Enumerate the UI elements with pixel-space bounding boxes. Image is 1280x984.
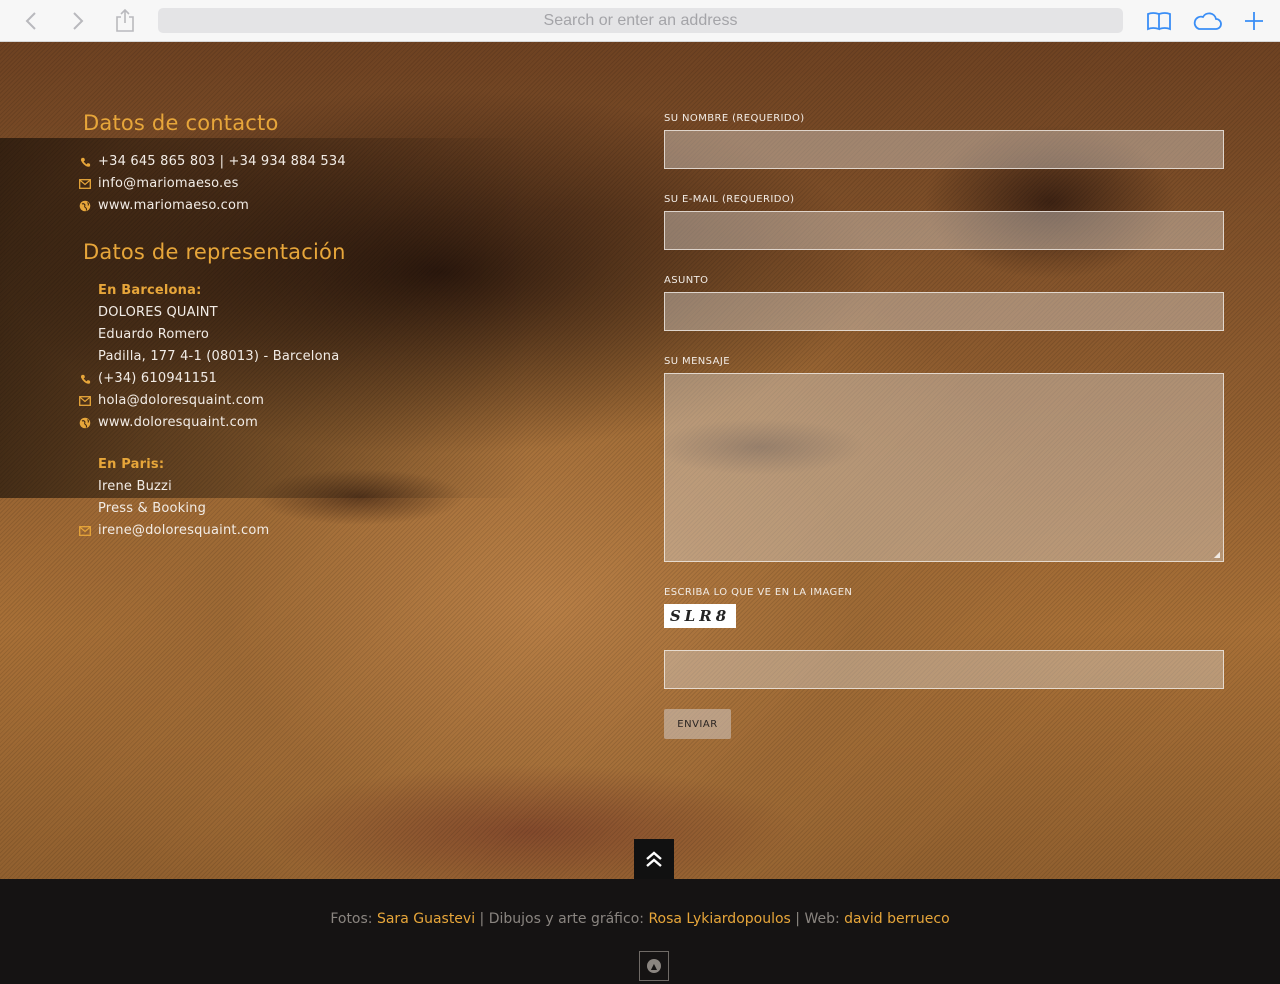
contact-email[interactable]: info@mariomaeso.es [98, 176, 239, 191]
email-input[interactable] [664, 211, 1224, 250]
footer: Fotos: Sara Guastevi | Dibujos y arte gr… [0, 879, 1280, 984]
plus-icon [1245, 12, 1263, 30]
paris-label: En Paris: [98, 457, 165, 472]
cloud-icon [1193, 12, 1222, 30]
arrow-up-icon: ▲ [647, 959, 661, 973]
send-button[interactable]: ENVIAR [664, 709, 731, 739]
barcelona-address: Padilla, 177 4-1 (08013) - Barcelona [98, 349, 340, 364]
mail-icon [78, 524, 92, 538]
drawings-author-link[interactable]: Rosa Lykiardopoulos [648, 911, 790, 927]
captcha-text: SLR8 [669, 607, 731, 625]
web-author-link[interactable]: david berrueco [844, 911, 950, 927]
email-label: SU E-MAIL (REQUERIDO) [664, 194, 795, 205]
name-label: SU NOMBRE (REQUERIDO) [664, 113, 805, 124]
new-tab-button[interactable] [1238, 6, 1270, 36]
footer-scroll-top-button[interactable]: ▲ [639, 951, 669, 981]
barcelona-agency: DOLORES QUAINT [98, 305, 218, 320]
web-prefix: | Web: [790, 911, 845, 927]
paris-email[interactable]: irene@doloresquaint.com [98, 523, 269, 538]
footer-credits: Fotos: Sara Guastevi | Dibujos y arte gr… [0, 911, 1280, 927]
photos-author-link[interactable]: Sara Guastevi [377, 911, 475, 927]
photos-prefix: Fotos: [330, 911, 377, 927]
paris-role: Press & Booking [98, 501, 207, 516]
globe-icon [78, 199, 92, 213]
mail-icon [78, 177, 92, 191]
address-bar[interactable]: Search or enter an address [158, 8, 1123, 33]
book-icon [1147, 12, 1171, 31]
subject-input[interactable] [664, 292, 1224, 331]
barcelona-person: Eduardo Romero [98, 327, 210, 342]
representation-title: Datos de representación [83, 240, 346, 264]
message-label: SU MENSAJE [664, 356, 730, 367]
captcha-input[interactable] [664, 650, 1224, 689]
captcha-label: ESCRIBA LO QUE VE EN LA IMAGEN [664, 587, 853, 598]
contact-phone: +34 645 865 803 | +34 934 884 534 [98, 154, 346, 169]
barcelona-label: En Barcelona: [98, 283, 202, 298]
back-button[interactable] [15, 6, 47, 36]
contact-title: Datos de contacto [83, 111, 279, 135]
globe-icon [78, 416, 92, 430]
barcelona-web[interactable]: www.doloresquaint.com [98, 415, 258, 430]
address-placeholder: Search or enter an address [543, 11, 738, 29]
browser-toolbar: Search or enter an address [0, 0, 1280, 42]
barcelona-phone: (+34) 610941151 [98, 371, 218, 386]
resize-grip-icon[interactable]: ◢ [1214, 550, 1220, 559]
cloud-tabs-button[interactable] [1191, 6, 1223, 36]
reader-button[interactable] [1143, 6, 1175, 36]
share-icon [116, 9, 134, 32]
contact-web[interactable]: www.mariomaeso.com [98, 198, 249, 213]
captcha-image: SLR8 [664, 604, 736, 628]
chevron-right-icon [73, 12, 84, 30]
chevron-left-icon [25, 12, 36, 30]
phone-icon [78, 155, 92, 169]
name-input[interactable] [664, 130, 1224, 169]
drawings-prefix: | Dibujos y arte gráfico: [475, 911, 649, 927]
mail-icon [78, 394, 92, 408]
message-textarea[interactable]: ◢ [664, 373, 1224, 562]
back-to-top-button[interactable] [634, 839, 674, 879]
double-chevron-up-icon [646, 851, 662, 867]
forward-button[interactable] [62, 6, 94, 36]
share-button[interactable] [109, 6, 141, 36]
subject-label: ASUNTO [664, 275, 709, 286]
barcelona-email[interactable]: hola@doloresquaint.com [98, 393, 264, 408]
paris-person: Irene Buzzi [98, 479, 172, 494]
phone-icon [78, 372, 92, 386]
